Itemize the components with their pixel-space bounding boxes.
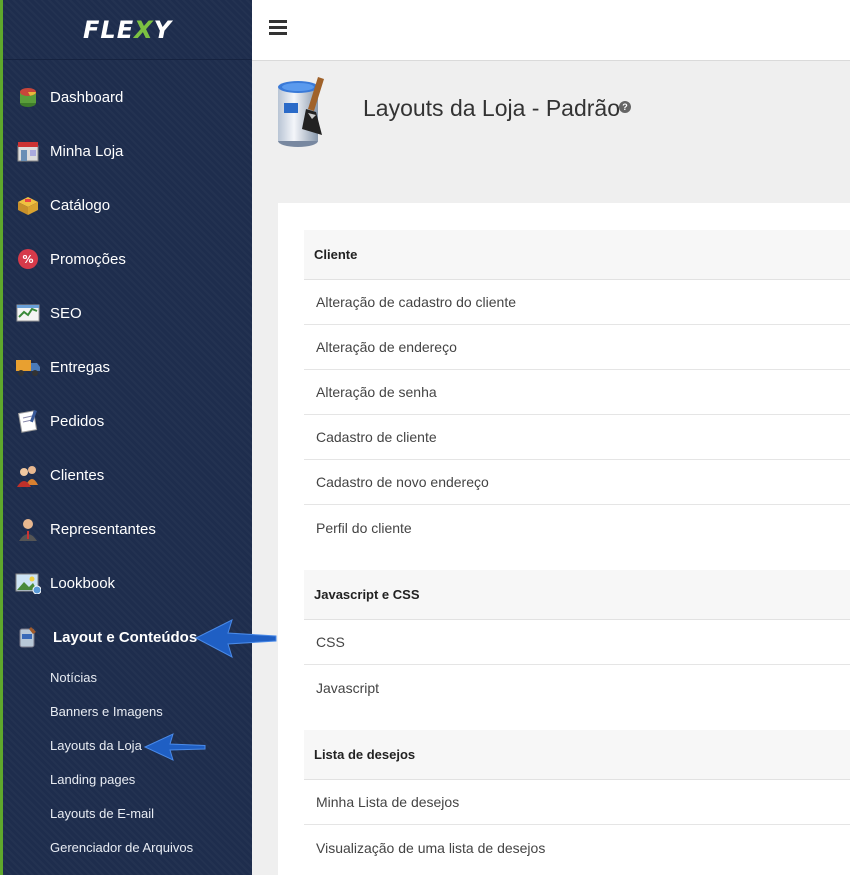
layout-row-css[interactable]: CSS <box>304 620 850 665</box>
sidebar: FLEXY Dashboard Minha Loja Catálogo % Pr… <box>0 0 252 875</box>
paint-bucket-brush-icon <box>278 77 324 147</box>
seo-chart-icon <box>15 300 41 326</box>
sidebar-item-seo[interactable]: SEO <box>3 286 252 340</box>
sidebar-item-promocoes[interactable]: % Promoções <box>3 232 252 286</box>
sidebar-item-dashboard[interactable]: Dashboard <box>3 70 252 124</box>
sidebar-item-lookbook[interactable]: Lookbook <box>3 556 252 610</box>
sidebar-item-label: Layout e Conteúdos <box>53 628 198 646</box>
layout-row-cadastro-novo-endereco[interactable]: Cadastro de novo endereço <box>304 460 850 505</box>
svg-text:%: % <box>22 253 33 266</box>
sidebar-item-pedidos[interactable]: Pedidos <box>3 394 252 448</box>
catalog-box-icon <box>15 192 41 218</box>
flexy-logo[interactable]: FLEXY <box>3 0 252 60</box>
dashboard-icon <box>15 84 41 110</box>
delivery-truck-icon <box>15 354 41 380</box>
section-header-lista-desejos: Lista de desejos <box>304 730 850 780</box>
submenu-item-banners-imagens[interactable]: Banners e Imagens <box>3 694 252 728</box>
sidebar-menu: Dashboard Minha Loja Catálogo % Promoçõe… <box>3 70 252 864</box>
sidebar-item-clientes[interactable]: Clientes <box>3 448 252 502</box>
hamburger-menu-icon[interactable] <box>269 20 287 36</box>
layout-row-minha-lista-desejos[interactable]: Minha Lista de desejos <box>304 780 850 825</box>
layout-row-alteracao-senha[interactable]: Alteração de senha <box>304 370 850 415</box>
logo-text-part3: Y <box>153 15 172 44</box>
promo-percent-icon: % <box>15 246 41 272</box>
logo-text-x: X <box>134 15 154 44</box>
layout-row-alteracao-cadastro[interactable]: Alteração de cadastro do cliente <box>304 280 850 325</box>
sidebar-item-label: Dashboard <box>50 88 124 106</box>
layout-content-icon <box>15 624 41 650</box>
sidebar-item-label: Clientes <box>50 466 105 484</box>
orders-notepad-icon <box>15 408 41 434</box>
submenu-item-layouts-loja[interactable]: Layouts da Loja <box>3 728 252 762</box>
sidebar-item-entregas[interactable]: Entregas <box>3 340 252 394</box>
logo-text-part1: FLE <box>83 15 135 44</box>
section-header-cliente: Cliente <box>304 230 850 280</box>
submenu-item-landing-pages[interactable]: Landing pages <box>3 762 252 796</box>
page-title: Layouts da Loja - Padrão <box>363 95 621 121</box>
sidebar-item-catalogo[interactable]: Catálogo <box>3 178 252 232</box>
sidebar-item-label: SEO <box>50 304 82 322</box>
sidebar-item-label: Lookbook <box>50 574 116 592</box>
layout-row-cadastro-cliente[interactable]: Cadastro de cliente <box>304 415 850 460</box>
submenu-item-gerenciador-arquivos[interactable]: Gerenciador de Arquivos <box>3 830 252 864</box>
layout-row-perfil-cliente[interactable]: Perfil do cliente <box>304 505 850 550</box>
annotation-arrow-layouts-loja-icon <box>143 733 206 761</box>
help-question-icon[interactable]: ? <box>619 101 631 113</box>
layouts-panel: Cliente Alteração de cadastro do cliente… <box>278 203 850 875</box>
top-bar <box>252 0 850 61</box>
layout-row-javascript[interactable]: Javascript <box>304 665 850 710</box>
annotation-arrow-layout-icon <box>194 619 277 659</box>
clients-users-icon <box>15 462 41 488</box>
sidebar-item-label: Minha Loja <box>50 142 124 160</box>
submenu-item-noticias[interactable]: Notícias <box>3 660 252 694</box>
layout-row-visualizacao-lista-desejos[interactable]: Visualização de uma lista de desejos <box>304 825 850 870</box>
submenu-layout-conteudos: Notícias Banners e Imagens Layouts da Lo… <box>3 660 252 864</box>
sidebar-item-minha-loja[interactable]: Minha Loja <box>3 124 252 178</box>
sidebar-item-label: Promoções <box>50 250 126 268</box>
representative-user-icon <box>15 516 41 542</box>
sidebar-item-label: Representantes <box>50 520 156 538</box>
sidebar-item-label: Pedidos <box>50 412 105 430</box>
submenu-item-layouts-email[interactable]: Layouts de E-mail <box>3 796 252 830</box>
sidebar-item-label: Catálogo <box>50 196 111 214</box>
page-header: Layouts da Loja - Padrão ? <box>252 61 850 203</box>
lookbook-image-icon <box>15 570 41 596</box>
section-header-javascript-css: Javascript e CSS <box>304 570 850 620</box>
sidebar-item-representantes[interactable]: Representantes <box>3 502 252 556</box>
store-icon <box>15 138 41 164</box>
layout-row-alteracao-endereco[interactable]: Alteração de endereço <box>304 325 850 370</box>
sidebar-item-label: Entregas <box>50 358 111 376</box>
